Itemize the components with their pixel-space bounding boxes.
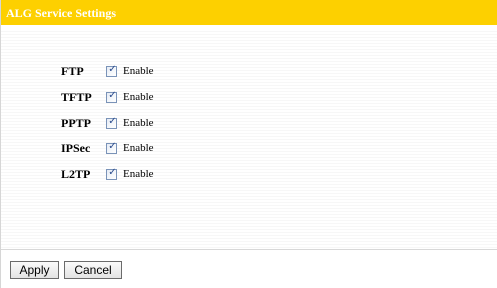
button-bar: Apply Cancel [1,250,497,288]
apply-button[interactable]: Apply [10,261,59,279]
service-row-ipsec: IPSec ✓ Enable [61,141,154,155]
page-title: ALG Service Settings [1,0,497,27]
service-label: FTP [61,63,84,78]
service-row-tftp: TFTP ✓ Enable [61,90,154,104]
check-mark-icon: ✓ [108,140,117,152]
enable-label: Enable [123,91,154,103]
enable-label: Enable [123,117,154,129]
settings-content: FTP ✓ Enable TFTP ✓ Enable PPTP ✓ Enable… [1,29,497,249]
alg-settings-panel: ALG Service Settings FTP ✓ Enable TFTP ✓… [0,0,497,288]
enable-label: Enable [123,168,154,180]
ipsec-enable-checkbox[interactable]: ✓ [106,140,117,154]
enable-label: Enable [123,142,154,154]
check-mark-icon: ✓ [108,89,117,101]
service-row-l2tp: L2TP ✓ Enable [61,167,154,181]
service-row-ftp: FTP ✓ Enable [61,64,154,78]
cancel-button[interactable]: Cancel [64,261,122,279]
service-row-pptp: PPTP ✓ Enable [61,116,154,130]
l2tp-enable-checkbox[interactable]: ✓ [106,166,117,180]
check-mark-icon: ✓ [108,115,117,127]
tftp-enable-checkbox[interactable]: ✓ [106,89,117,103]
service-label: TFTP [61,89,92,104]
enable-label: Enable [123,65,154,77]
pptp-enable-checkbox[interactable]: ✓ [106,115,117,129]
ftp-enable-checkbox[interactable]: ✓ [106,63,117,77]
service-label: L2TP [61,166,91,181]
check-mark-icon: ✓ [108,63,117,75]
service-label: PPTP [61,115,91,130]
service-label: IPSec [61,140,91,155]
check-mark-icon: ✓ [108,166,117,178]
